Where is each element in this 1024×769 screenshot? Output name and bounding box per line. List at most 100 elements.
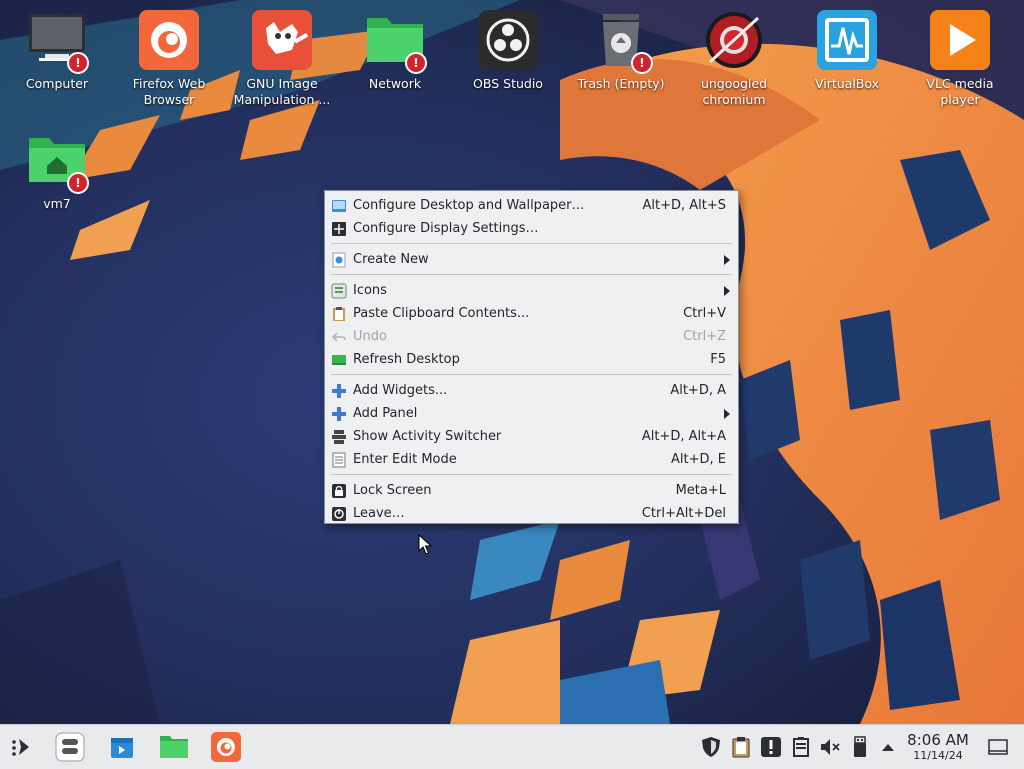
- leave-icon: [331, 506, 347, 522]
- warning-badge: !: [67, 52, 89, 74]
- menu-item-label: Leave…: [353, 506, 405, 521]
- menu-item-configure-desktop[interactable]: Configure Desktop and Wallpaper… Alt+D, …: [325, 194, 738, 217]
- desktop-icon-home-folder[interactable]: ! vm7: [2, 130, 112, 212]
- menu-item-edit-mode[interactable]: Enter Edit Mode Alt+D, E: [325, 448, 738, 471]
- tray-expand-icon: [882, 744, 894, 751]
- submenu-arrow-icon: [724, 408, 730, 419]
- volume-muted-icon: [821, 739, 840, 755]
- app-launcher-icon: [12, 739, 29, 756]
- menu-item-add-widgets[interactable]: Add Widgets... Alt+D, A: [325, 379, 738, 402]
- menu-item-shortcut: Alt+D, A: [670, 383, 726, 398]
- add-widgets-icon: [331, 383, 347, 399]
- desktop-icon-label: GNU Image Manipulation ...: [233, 76, 331, 107]
- menu-item-label: Configure Desktop and Wallpaper…: [353, 198, 585, 213]
- desktop-icon-label: OBS Studio: [473, 76, 543, 91]
- add-panel-icon: [331, 406, 347, 422]
- warning-badge: !: [67, 172, 89, 194]
- edit-mode-icon: [331, 452, 347, 468]
- icons-icon: [331, 283, 347, 299]
- menu-item-paste[interactable]: Paste Clipboard Contents... Ctrl+V: [325, 302, 738, 325]
- desktop-icon-trash[interactable]: ! Trash (Empty): [566, 10, 676, 92]
- warning-badge: !: [631, 52, 653, 74]
- tray-expand-button[interactable]: [876, 735, 900, 759]
- menu-item-label: Configure Display Settings…: [353, 221, 539, 236]
- menu-item-shortcut: Alt+D, Alt+A: [641, 429, 726, 444]
- usb-device-icon: [854, 736, 866, 757]
- discover-button[interactable]: [106, 731, 138, 763]
- obs-icon: [478, 10, 538, 70]
- warning-badge: !: [405, 52, 427, 74]
- pager-button[interactable]: [54, 731, 86, 763]
- file-manager-button[interactable]: [158, 731, 190, 763]
- desktop-icon-label: Trash (Empty): [577, 76, 665, 91]
- menu-item-label: Enter Edit Mode: [353, 452, 457, 467]
- desktop-icon-label: Firefox Web Browser: [132, 76, 206, 107]
- security-shield-button[interactable]: [699, 735, 723, 759]
- menu-item-lock-screen[interactable]: Lock Screen Meta+L: [325, 479, 738, 502]
- desktop-icon-label: vm7: [43, 196, 71, 211]
- menu-item-icons[interactable]: Icons: [325, 279, 738, 302]
- menu-item-configure-display[interactable]: Configure Display Settings…: [325, 217, 738, 240]
- desktop-icon-label: Network: [368, 76, 422, 91]
- menu-item-label: Add Panel: [353, 406, 418, 421]
- menu-separator: [331, 274, 732, 275]
- mouse-pointer-icon: [418, 534, 432, 555]
- submenu-arrow-icon: [724, 254, 730, 265]
- app-launcher-button[interactable]: [6, 731, 38, 763]
- clock-date: 11/14/24: [913, 749, 963, 762]
- battery-button[interactable]: [789, 735, 813, 759]
- digital-clock[interactable]: 8:06 AM 11/14/24: [900, 731, 976, 763]
- computer-icon: !: [27, 10, 89, 74]
- file-manager-icon: [160, 736, 188, 758]
- menu-separator: [331, 374, 732, 375]
- menu-item-shortcut: Ctrl+Alt+Del: [641, 506, 726, 521]
- menu-item-leave[interactable]: Leave… Ctrl+Alt+Del: [325, 502, 738, 525]
- menu-item-add-panel[interactable]: Add Panel: [325, 402, 738, 425]
- show-desktop-icon: [988, 739, 1008, 755]
- virtualbox-icon: [817, 10, 877, 70]
- undo-icon: [331, 329, 347, 345]
- trash-icon: !: [591, 10, 653, 74]
- desktop-icon-label: Computer: [25, 76, 89, 91]
- discover-icon: [111, 738, 133, 758]
- clock-time: 8:06 AM: [907, 731, 969, 749]
- menu-item-shortcut: Alt+D, Alt+S: [642, 198, 726, 213]
- usb-device-button[interactable]: [848, 735, 872, 759]
- desktop-icon-virtualbox[interactable]: VirtualBox: [792, 10, 902, 92]
- configure-desktop-icon: [331, 198, 347, 214]
- menu-separator: [331, 243, 732, 244]
- lock-icon: [331, 483, 347, 499]
- menu-item-undo: Undo Ctrl+Z: [325, 325, 738, 348]
- menu-item-shortcut: Ctrl+Z: [683, 329, 726, 344]
- menu-item-activity-switcher[interactable]: Show Activity Switcher Alt+D, Alt+A: [325, 425, 738, 448]
- desktop-icon-chromium[interactable]: ungoogled chromium: [679, 10, 789, 108]
- home-folder-icon: !: [27, 130, 89, 194]
- volume-button[interactable]: [818, 735, 842, 759]
- display-settings-icon: [331, 221, 347, 237]
- battery-icon: [793, 737, 809, 757]
- notifications-icon: [761, 737, 781, 757]
- menu-item-refresh[interactable]: Refresh Desktop F5: [325, 348, 738, 371]
- desktop-icon-computer[interactable]: ! Computer: [2, 10, 112, 92]
- desktop-icon-label: VLC media player: [926, 76, 994, 107]
- menu-item-create-new[interactable]: Create New: [325, 248, 738, 271]
- desktop-icon-label: ungoogled chromium: [700, 76, 768, 107]
- menu-item-label: Refresh Desktop: [353, 352, 460, 367]
- clipboard-button[interactable]: [729, 735, 753, 759]
- firefox-taskbar-button[interactable]: [210, 731, 242, 763]
- desktop-icon-network[interactable]: ! Network: [340, 10, 450, 92]
- desktop-icon-vlc[interactable]: VLC media player: [905, 10, 1015, 108]
- gimp-icon: [252, 10, 312, 70]
- desktop-context-menu: Configure Desktop and Wallpaper… Alt+D, …: [324, 190, 739, 524]
- menu-item-label: Paste Clipboard Contents...: [353, 306, 530, 321]
- menu-item-label: Show Activity Switcher: [353, 429, 502, 444]
- taskbar: 8:06 AM 11/14/24: [0, 724, 1024, 769]
- desktop-icon-obs[interactable]: OBS Studio: [453, 10, 563, 92]
- show-desktop-button[interactable]: [986, 735, 1010, 759]
- notifications-button[interactable]: [759, 735, 783, 759]
- menu-item-label: Create New: [353, 252, 429, 267]
- desktop-icon-firefox[interactable]: Firefox Web Browser: [114, 10, 224, 108]
- network-folder-icon: !: [365, 10, 427, 74]
- desktop-icon-gimp[interactable]: GNU Image Manipulation ...: [227, 10, 337, 108]
- desktop-icon-label: VirtualBox: [814, 76, 880, 91]
